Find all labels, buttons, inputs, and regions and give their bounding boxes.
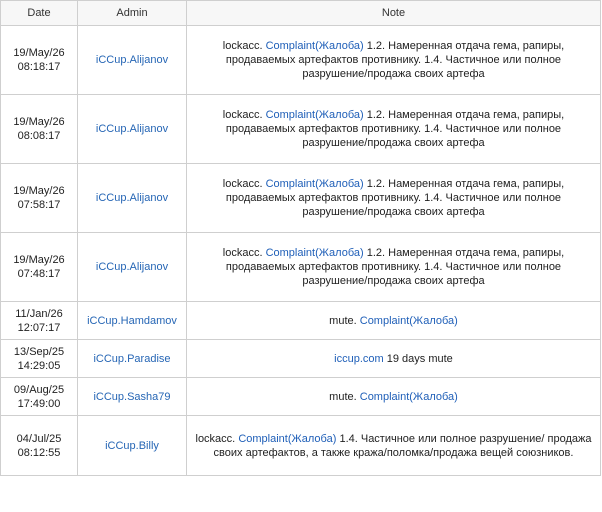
note-cell: lockacc. Complaint(Жалоба) 1.2. Намеренн… <box>186 163 601 233</box>
admin-cell: iCCup.Billy <box>77 415 187 476</box>
time-value: 14:29:05 <box>17 359 61 372</box>
admin-link[interactable]: iCCup.Paradise <box>93 353 170 365</box>
admin-cell: iCCup.Alijanov <box>77 232 187 302</box>
complaint-link[interactable]: Complaint(Жалоба) <box>266 247 364 259</box>
date-cell: 13/Sep/25 14:29:05 <box>0 339 78 378</box>
admin-cell: iCCup.Alijanov <box>77 163 187 233</box>
column-header-note: Note <box>186 0 601 26</box>
table-row: 19/May/26 08:18:17 iCCup.Alijanov lockac… <box>0 25 601 95</box>
note-cell: lockacc. Complaint(Жалоба) 1.2. Намеренн… <box>186 232 601 302</box>
note-cell: lockacc. Complaint(Жалоба) 1.2. Намеренн… <box>186 94 601 164</box>
time-value: 12:07:17 <box>17 321 61 334</box>
time-value: 08:18:17 <box>17 61 61 73</box>
date-cell: 19/May/26 07:48:17 <box>0 232 78 302</box>
note-prefix: mute. <box>329 314 357 327</box>
note-cell: iccup.com 19 days mute <box>186 339 601 378</box>
note-text: 19 days mute <box>386 352 453 365</box>
date-value: 04/Jul/25 <box>16 432 62 445</box>
admin-cell: iCCup.Alijanov <box>77 94 187 164</box>
complaint-link[interactable]: Complaint(Жалоба) <box>266 109 364 121</box>
admin-cell: iCCup.Sasha79 <box>77 377 187 416</box>
complaint-link[interactable]: Complaint(Жалоба) <box>360 391 458 403</box>
note-cell: mute. Complaint(Жалоба) <box>186 301 601 340</box>
note-cell: lockacc. Complaint(Жалоба) 1.4. Частично… <box>186 415 601 476</box>
date-cell: 09/Aug/25 17:49:00 <box>0 377 78 416</box>
note-prefix: lockacc. <box>195 432 236 445</box>
table-row: 13/Sep/25 14:29:05 iCCup.Paradise iccup.… <box>0 339 601 378</box>
time-value: 07:48:17 <box>17 268 61 280</box>
complaint-link[interactable]: Complaint(Жалоба) <box>360 315 458 327</box>
time-value: 08:12:55 <box>17 446 61 459</box>
table-row: 09/Aug/25 17:49:00 iCCup.Sasha79 mute. C… <box>0 377 601 416</box>
column-header-admin: Admin <box>77 0 187 26</box>
date-cell: 19/May/26 08:18:17 <box>0 25 78 95</box>
header-row: Date Admin Note <box>0 0 601 26</box>
note-prefix: lockacc. <box>222 178 263 190</box>
note-prefix: lockacc. <box>222 40 263 52</box>
site-link[interactable]: iccup.com <box>334 353 384 365</box>
note-cell: lockacc. Complaint(Жалоба) 1.2. Намеренн… <box>186 25 601 95</box>
admin-cell: iCCup.Alijanov <box>77 25 187 95</box>
complaint-link[interactable]: Complaint(Жалоба) <box>266 178 364 190</box>
date-value: 11/Jan/26 <box>15 307 63 320</box>
column-header-date: Date <box>0 0 78 26</box>
admin-link[interactable]: iCCup.Hamdamov <box>87 315 177 327</box>
date-cell: 19/May/26 07:58:17 <box>0 163 78 233</box>
admin-link[interactable]: iCCup.Alijanov <box>96 123 168 135</box>
admin-link[interactable]: iCCup.Sasha79 <box>93 391 170 403</box>
penalty-log-table: Date Admin Note 19/May/26 08:18:17 iCCup… <box>0 0 601 476</box>
date-cell: 11/Jan/26 12:07:17 <box>0 301 78 340</box>
admin-cell: iCCup.Paradise <box>77 339 187 378</box>
time-value: 07:58:17 <box>17 199 61 211</box>
date-value: 19/May/26 <box>13 254 65 266</box>
complaint-link[interactable]: Complaint(Жалоба) <box>266 40 364 52</box>
time-value: 17:49:00 <box>17 397 61 410</box>
date-cell: 19/May/26 08:08:17 <box>0 94 78 164</box>
note-cell: mute. Complaint(Жалоба) <box>186 377 601 416</box>
table-row: 19/May/26 07:48:17 iCCup.Alijanov lockac… <box>0 232 601 302</box>
date-cell: 04/Jul/25 08:12:55 <box>0 415 78 476</box>
date-value: 09/Aug/25 <box>13 383 65 396</box>
admin-link[interactable]: iCCup.Alijanov <box>96 261 168 273</box>
date-value: 19/May/26 <box>13 47 65 59</box>
note-prefix: lockacc. <box>222 109 263 121</box>
date-value: 19/May/26 <box>13 185 65 197</box>
admin-link[interactable]: iCCup.Alijanov <box>96 54 168 66</box>
table-row: 04/Jul/25 08:12:55 iCCup.Billy lockacc. … <box>0 415 601 476</box>
admin-cell: iCCup.Hamdamov <box>77 301 187 340</box>
date-value: 13/Sep/25 <box>13 345 65 358</box>
table-row: 11/Jan/26 12:07:17 iCCup.Hamdamov mute. … <box>0 301 601 340</box>
table-row: 19/May/26 07:58:17 iCCup.Alijanov lockac… <box>0 163 601 233</box>
note-prefix: lockacc. <box>222 247 263 259</box>
date-value: 19/May/26 <box>13 116 65 128</box>
table-row: 19/May/26 08:08:17 iCCup.Alijanov lockac… <box>0 94 601 164</box>
time-value: 08:08:17 <box>17 130 61 142</box>
note-prefix: mute. <box>329 390 357 403</box>
complaint-link[interactable]: Complaint(Жалоба) <box>238 433 336 445</box>
admin-link[interactable]: iCCup.Billy <box>105 440 159 452</box>
admin-link[interactable]: iCCup.Alijanov <box>96 192 168 204</box>
